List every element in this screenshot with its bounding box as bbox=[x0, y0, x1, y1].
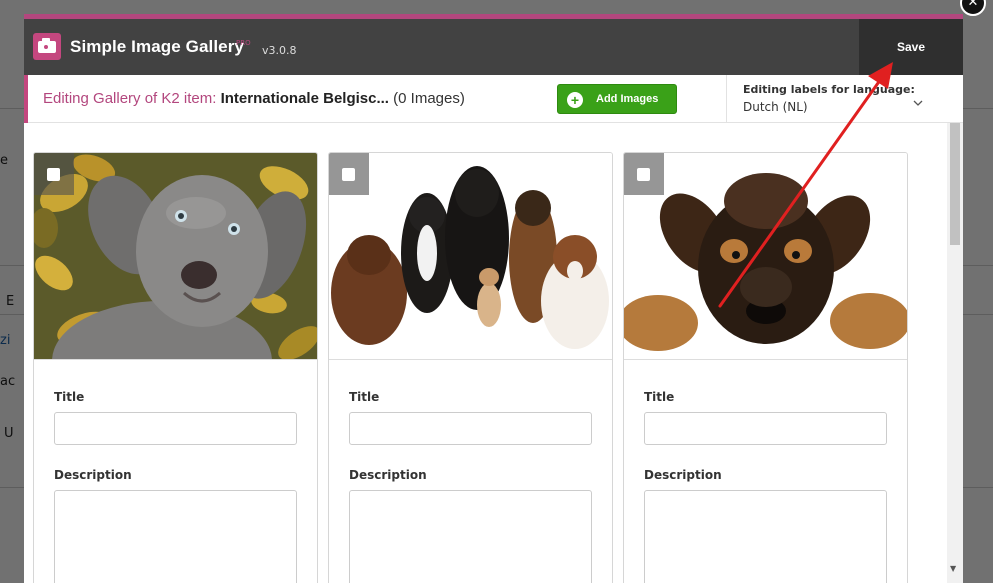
editing-heading: Editing Gallery of K2 item: Internationa… bbox=[43, 90, 465, 107]
image-card: Title Description bbox=[623, 152, 908, 583]
description-label: Description bbox=[349, 468, 427, 482]
german-shepherd-puppy-photo[interactable] bbox=[624, 153, 907, 360]
checkbox-icon[interactable] bbox=[624, 153, 664, 195]
language-value: Dutch (NL) bbox=[743, 100, 808, 114]
group-of-dogs-photo[interactable] bbox=[329, 153, 612, 360]
language-selector[interactable]: Editing labels for language: Dutch (NL) bbox=[726, 75, 963, 123]
description-label: Description bbox=[644, 468, 722, 482]
description-input[interactable] bbox=[54, 490, 297, 583]
description-label: Description bbox=[54, 468, 132, 482]
description-input[interactable] bbox=[349, 490, 592, 583]
modal-scrollbar[interactable]: ▼ bbox=[947, 123, 963, 583]
add-images-label: Add Images bbox=[596, 93, 659, 105]
title-label: Title bbox=[349, 390, 380, 404]
checkbox-icon[interactable] bbox=[34, 153, 74, 195]
add-images-button[interactable]: + Add Images bbox=[557, 84, 677, 114]
gallery-modal: Simple Image Gallery PRO v3.0.8 Save Edi… bbox=[24, 14, 963, 583]
checkbox-icon[interactable] bbox=[329, 153, 369, 195]
save-button[interactable]: Save bbox=[859, 19, 963, 75]
weimaraner-puppy-photo[interactable] bbox=[34, 153, 317, 360]
plus-circle-icon: + bbox=[567, 92, 583, 108]
toolbar-accent bbox=[24, 75, 28, 123]
modal-header: Simple Image Gallery PRO v3.0.8 Save bbox=[24, 19, 963, 75]
title-label: Title bbox=[54, 390, 85, 404]
item-name: Internationale Belgisc... bbox=[220, 90, 389, 107]
language-label: Editing labels for language: bbox=[743, 83, 915, 96]
title-input[interactable] bbox=[644, 412, 887, 445]
camera-icon bbox=[33, 33, 61, 60]
title-label: Title bbox=[644, 390, 675, 404]
app-title: Simple Image Gallery bbox=[70, 37, 244, 56]
gallery-toolbar: Editing Gallery of K2 item: Internationa… bbox=[24, 75, 963, 123]
image-card: Title Description bbox=[33, 152, 318, 583]
image-count: (0 Images) bbox=[393, 90, 465, 107]
description-input[interactable] bbox=[644, 490, 887, 583]
pro-badge: PRO bbox=[236, 39, 251, 47]
title-input[interactable] bbox=[349, 412, 592, 445]
chevron-down-icon bbox=[913, 100, 923, 106]
image-card: Title Description bbox=[328, 152, 613, 583]
scroll-down-icon[interactable]: ▼ bbox=[950, 564, 956, 573]
title-input[interactable] bbox=[54, 412, 297, 445]
scroll-thumb[interactable] bbox=[950, 123, 960, 245]
editing-prefix: Editing Gallery of K2 item: bbox=[43, 90, 217, 107]
version-label: v3.0.8 bbox=[262, 44, 297, 57]
